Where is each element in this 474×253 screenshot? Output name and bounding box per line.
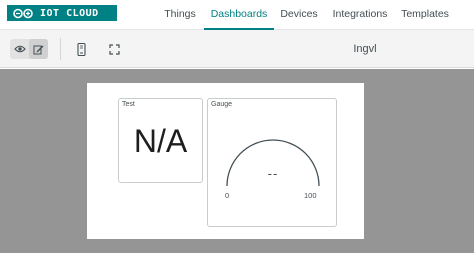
top-nav-bar: IOT CLOUD Things Dashboards Devices Inte… (0, 0, 474, 30)
gauge-arc (226, 139, 320, 187)
value-widget[interactable]: Test N/A (118, 98, 203, 183)
dashboard-name[interactable]: Ingvl (330, 30, 400, 68)
nav-templates[interactable]: Templates (398, 0, 452, 30)
dashboard-canvas: Test N/A Gauge -- 0 100 (0, 69, 474, 253)
arduino-infinity-icon (13, 8, 33, 18)
fullscreen-button[interactable] (106, 41, 122, 57)
edit-mode-button[interactable] (29, 39, 48, 59)
widget-board: Test N/A Gauge -- 0 100 (87, 83, 364, 239)
gauge-widget[interactable]: Gauge -- 0 100 (207, 98, 337, 227)
pencil-icon (33, 45, 44, 54)
value-widget-title: Test (122, 101, 135, 108)
logo-text: IOT CLOUD (40, 7, 99, 19)
nav-dashboards[interactable]: Dashboards (204, 0, 274, 30)
mobile-view-button[interactable] (73, 41, 89, 57)
app-logo[interactable]: IOT CLOUD (7, 5, 117, 21)
eye-icon (13, 45, 26, 53)
view-mode-button[interactable] (10, 39, 29, 59)
view-edit-toggle (10, 39, 48, 59)
value-widget-value: N/A (133, 123, 188, 159)
gauge-value: -- (267, 166, 279, 181)
dashboard-toolbar: Ingvl (0, 30, 474, 68)
gauge-min-label: 0 (225, 191, 230, 200)
gauge-max-label: 100 (304, 191, 317, 200)
phone-icon (76, 42, 86, 56)
nav-devices[interactable]: Devices (276, 0, 322, 30)
toolbar-divider (60, 38, 61, 60)
nav-integrations[interactable]: Integrations (328, 0, 392, 30)
nav-things[interactable]: Things (155, 0, 205, 30)
expand-icon (108, 43, 120, 55)
